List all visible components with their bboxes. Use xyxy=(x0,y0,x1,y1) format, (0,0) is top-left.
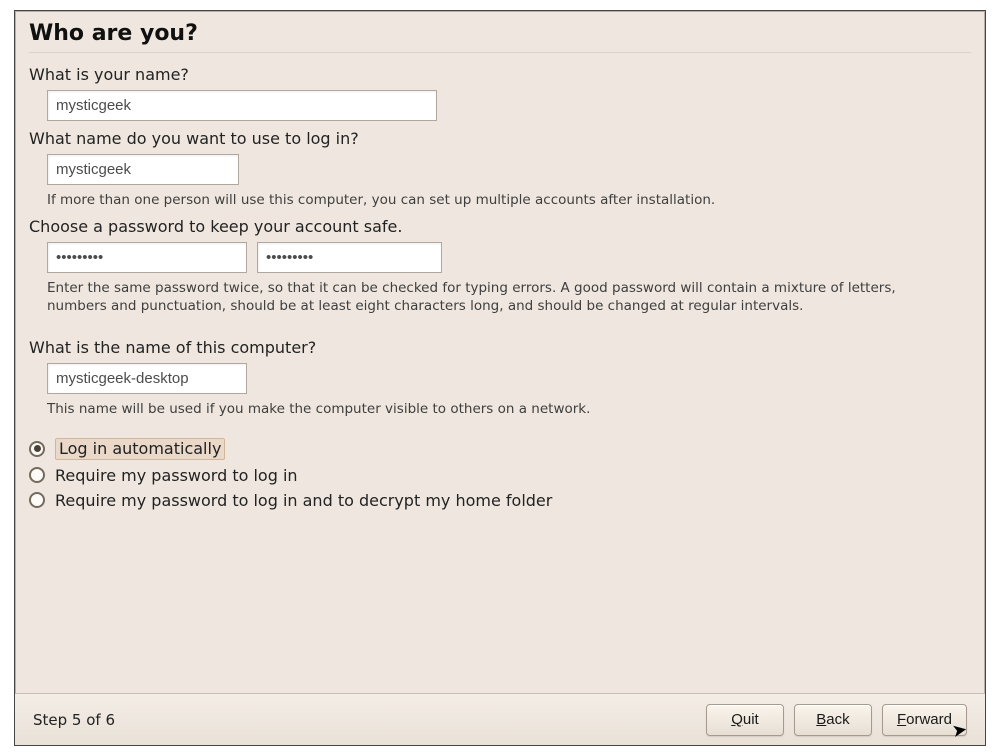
password-input[interactable] xyxy=(47,242,247,273)
page-title: Who are you? xyxy=(29,21,971,46)
title-divider xyxy=(29,52,971,53)
hostname-hint: This name will be used if you make the c… xyxy=(47,400,971,418)
radio-login-auto[interactable]: Log in automatically xyxy=(29,438,971,460)
name-question: What is your name? xyxy=(29,65,971,84)
password-confirm-input[interactable] xyxy=(257,242,442,273)
radio-label-auto: Log in automatically xyxy=(55,438,225,460)
login-name-question: What name do you want to use to log in? xyxy=(29,129,971,148)
radio-require-password[interactable]: Require my password to log in xyxy=(29,466,971,485)
real-name-input[interactable] xyxy=(47,90,437,121)
radio-label-decrypt: Require my password to log in and to dec… xyxy=(55,491,552,510)
radio-icon xyxy=(29,492,45,508)
forward-button[interactable]: Forward xyxy=(882,704,967,736)
footer-bar: Step 5 of 6 Quit Back Forward xyxy=(15,693,985,745)
radio-require-password-decrypt[interactable]: Require my password to log in and to dec… xyxy=(29,491,971,510)
hostname-input[interactable] xyxy=(47,363,247,394)
password-hint: Enter the same password twice, so that i… xyxy=(47,279,957,315)
step-indicator: Step 5 of 6 xyxy=(33,711,115,729)
back-button[interactable]: Back xyxy=(794,704,872,736)
quit-button[interactable]: Quit xyxy=(706,704,784,736)
radio-icon xyxy=(29,467,45,483)
username-input[interactable] xyxy=(47,154,239,185)
radio-icon xyxy=(29,441,45,457)
login-hint: If more than one person will use this co… xyxy=(47,191,971,209)
radio-label-require: Require my password to log in xyxy=(55,466,298,485)
password-question: Choose a password to keep your account s… xyxy=(29,217,971,236)
installer-window: Who are you? What is your name? What nam… xyxy=(14,10,986,746)
hostname-question: What is the name of this computer? xyxy=(29,338,971,357)
